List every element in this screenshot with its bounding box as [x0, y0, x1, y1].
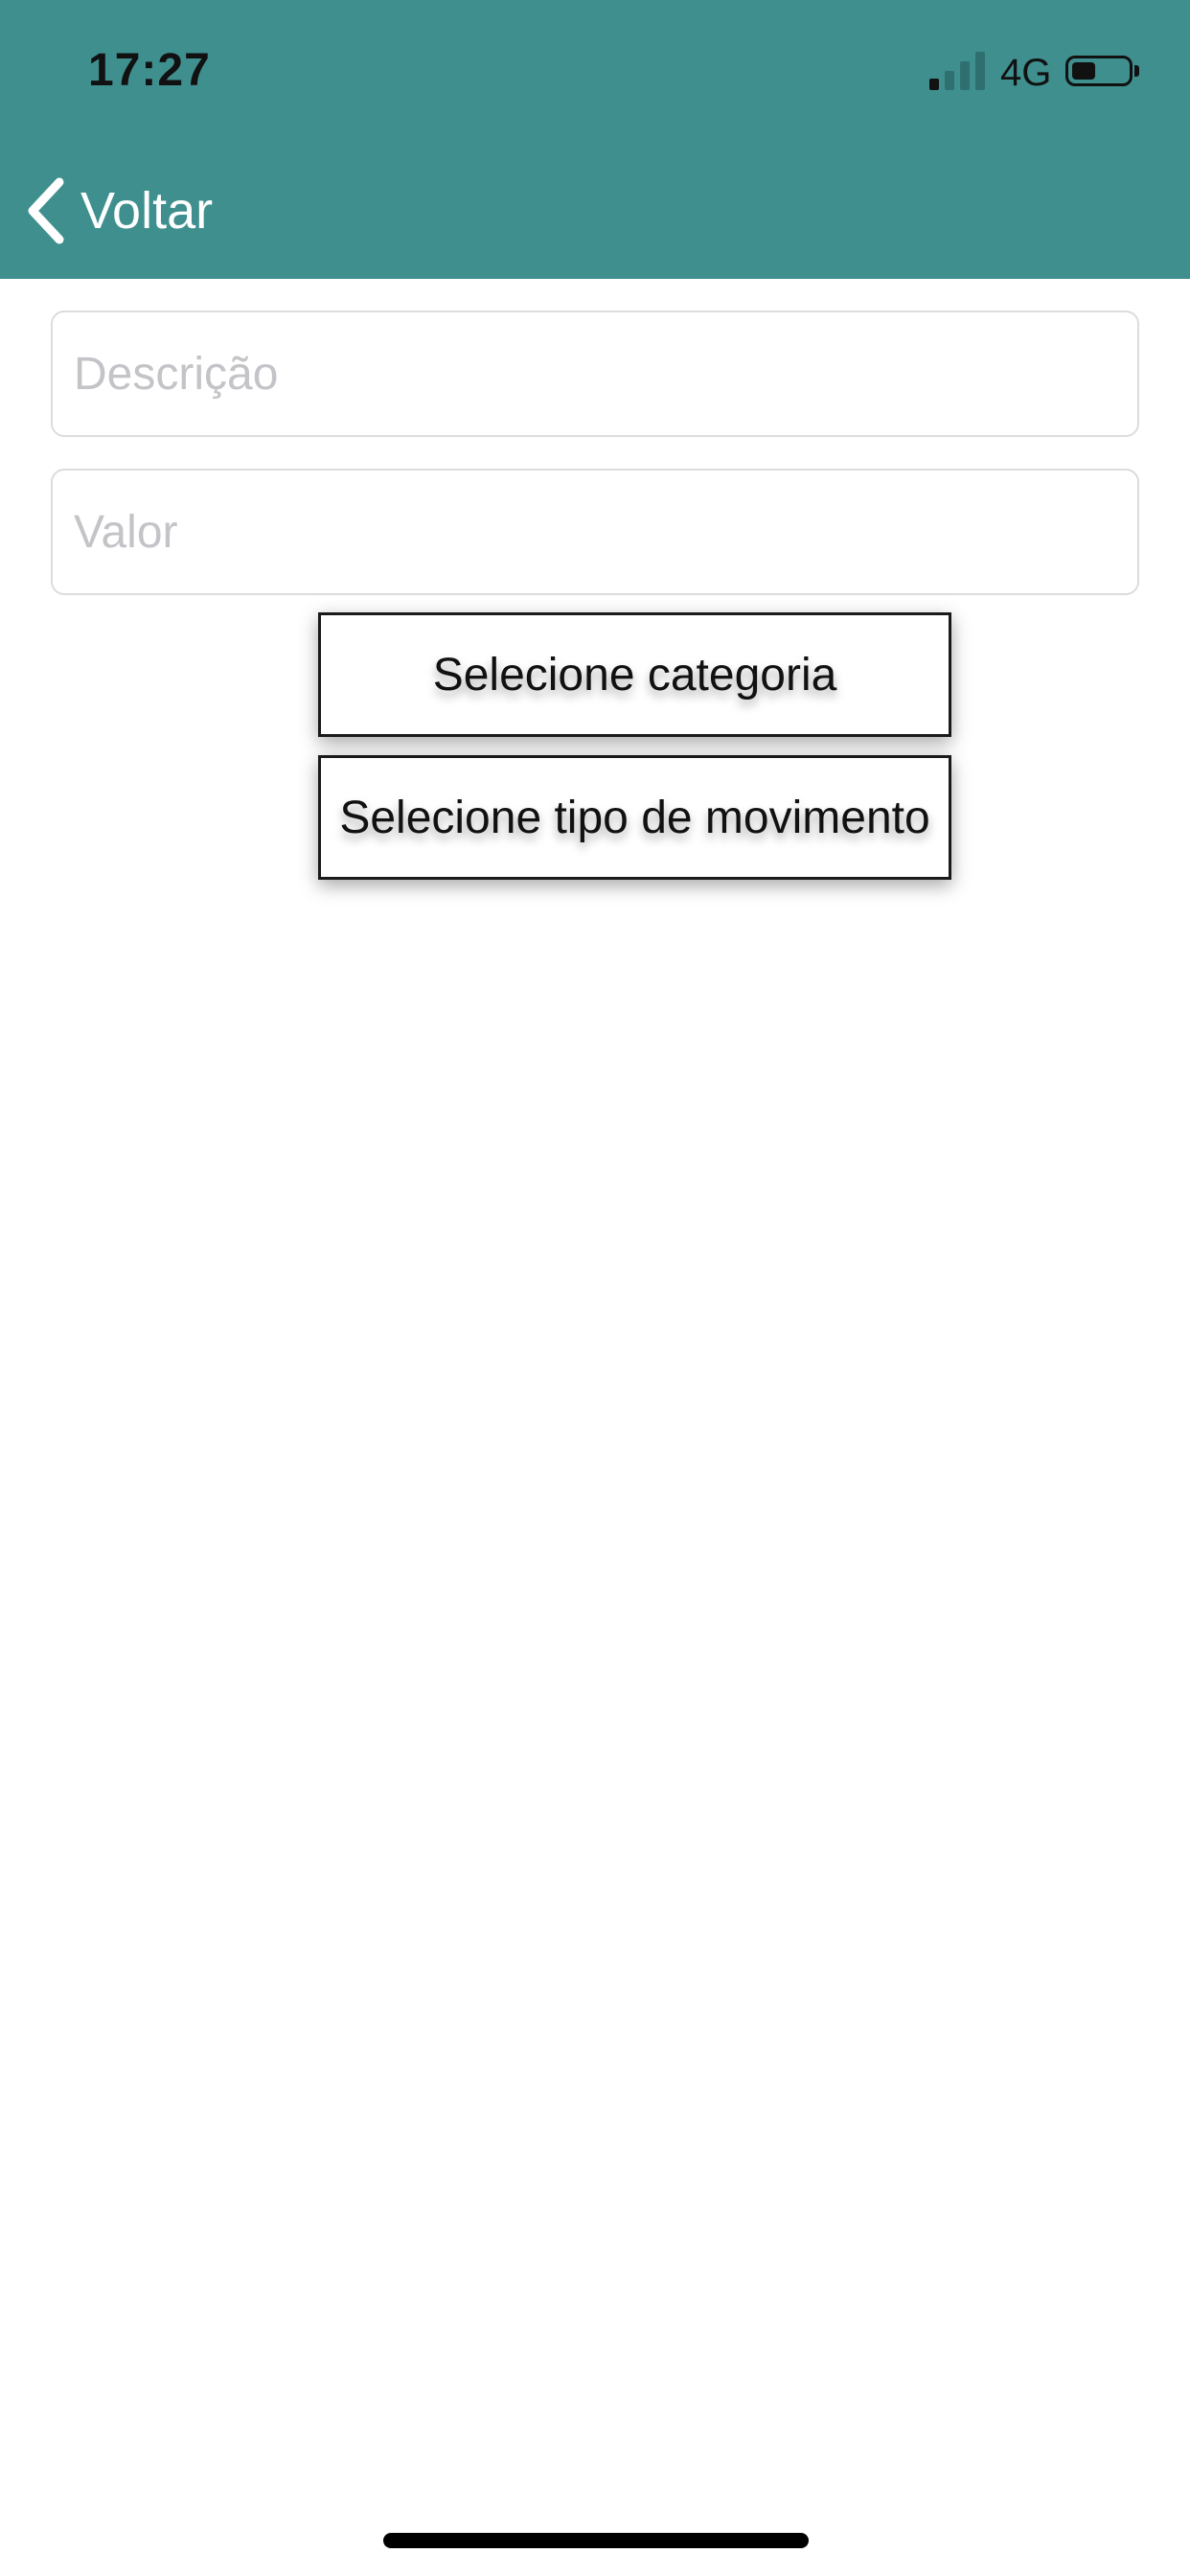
battery-cap	[1134, 65, 1139, 77]
value-field[interactable]	[51, 469, 1139, 595]
chevron-left-icon	[28, 177, 64, 244]
status-time: 17:27	[88, 45, 211, 96]
battery-icon	[1065, 56, 1133, 86]
select-movement-type-button[interactable]: Selecione tipo de movimento	[318, 755, 951, 880]
back-label: Voltar	[80, 182, 214, 240]
description-field[interactable]	[51, 310, 1139, 437]
battery-level	[1072, 62, 1095, 80]
select-category-button[interactable]: Selecione categoria	[318, 612, 951, 737]
home-indicator[interactable]	[383, 2533, 809, 2548]
back-button[interactable]: Voltar	[25, 172, 213, 249]
select-movement-type-label: Selecione tipo de movimento	[339, 792, 930, 843]
network-type-label: 4G	[1000, 52, 1052, 94]
cellular-signal-icon	[929, 52, 989, 90]
value-input[interactable]	[53, 471, 1137, 593]
app-header: 17:27 4G Voltar	[0, 0, 1190, 279]
description-input[interactable]	[53, 312, 1137, 435]
select-category-label: Selecione categoria	[432, 649, 837, 701]
